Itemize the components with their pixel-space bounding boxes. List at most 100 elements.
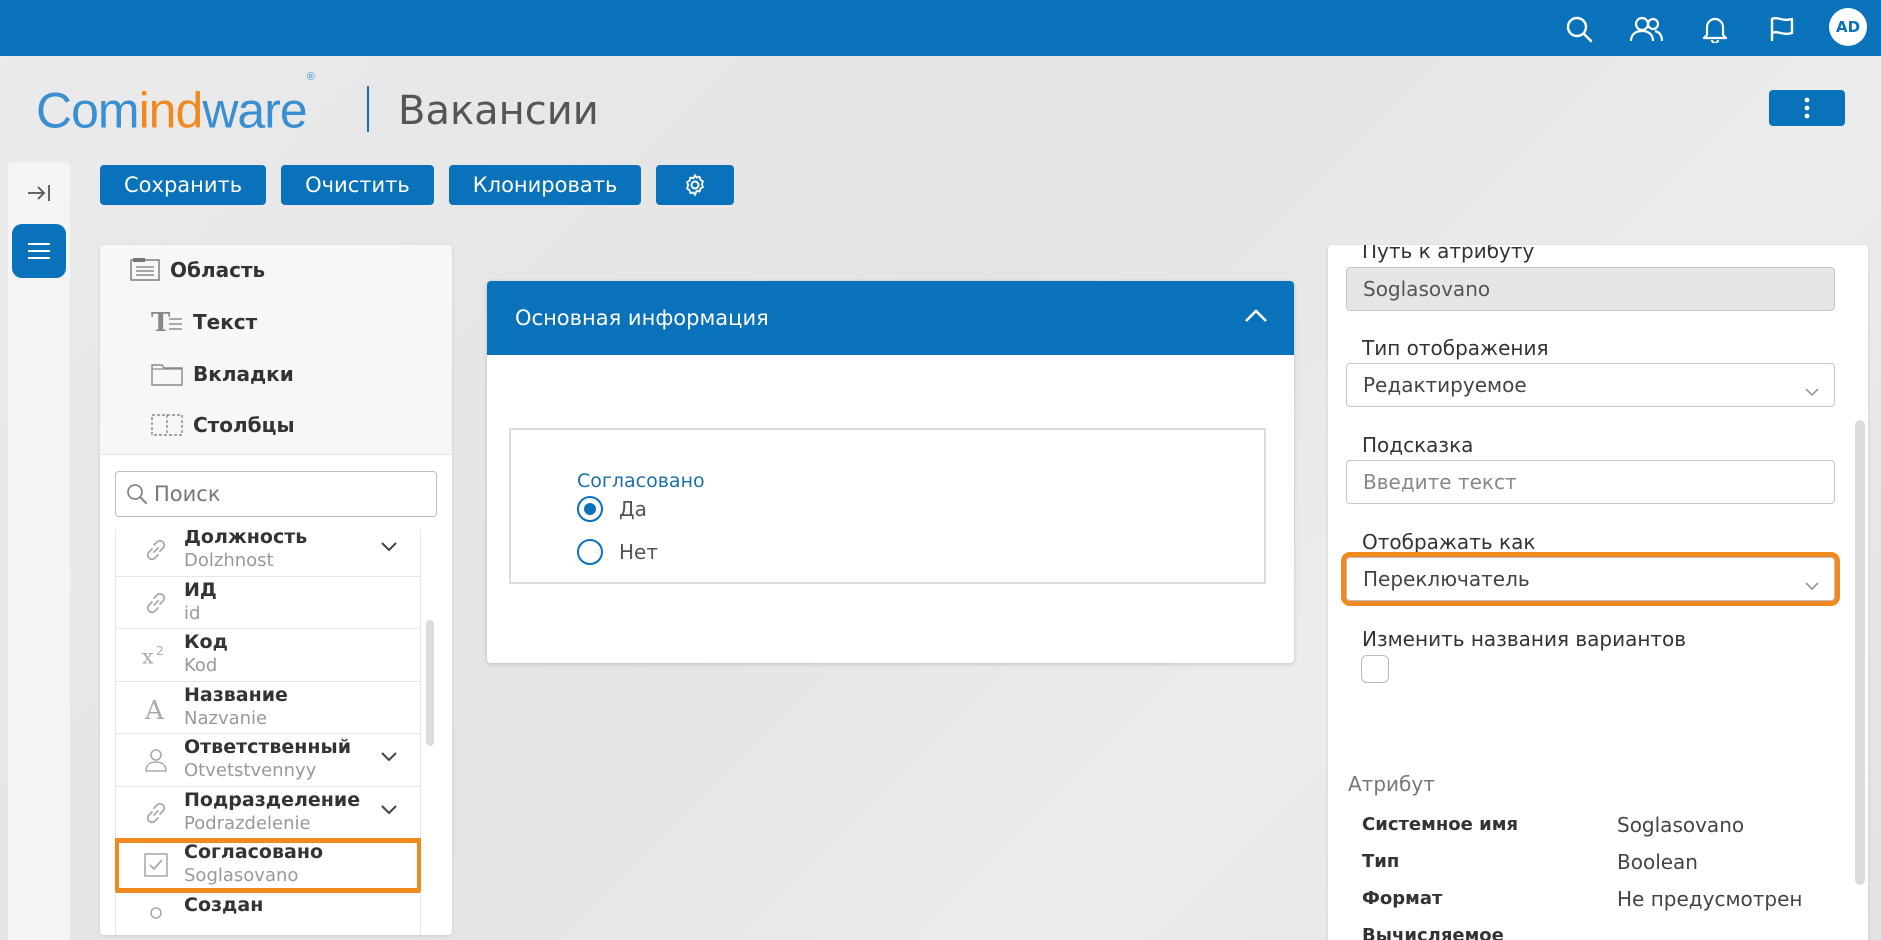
radio-label: Да [619,497,647,521]
radio-label: Нет [619,540,658,564]
flag-icon[interactable] [1763,10,1801,48]
page-title: Вакансии [398,88,599,134]
users-icon[interactable] [1627,10,1665,48]
attribute-row-nazvanie[interactable]: A Название Nazvanie [115,681,421,734]
system-name-key: Системное имя [1362,814,1519,835]
format-value: Не предусмотрен [1617,887,1803,911]
attribute-system-name: id [184,602,201,624]
chevron-down-icon[interactable] [380,801,398,820]
title-separator [367,86,369,132]
user-icon [142,904,170,932]
show-as-label: Отображать как [1362,530,1536,554]
text-type-icon: A [142,694,170,722]
save-button[interactable]: Сохранить [100,165,267,205]
search-input[interactable] [154,482,414,506]
form-section-header[interactable]: Основная информация [487,281,1294,355]
clone-button[interactable]: Клонировать [448,165,642,205]
palette-item-label: Текст [193,310,258,334]
search-icon [127,484,147,504]
attribute-row-id[interactable]: ИД id [115,576,421,629]
attribute-name: ИД [184,578,217,601]
more-vertical-icon [1804,97,1810,119]
attribute-system-name: Soglasovano [184,865,299,886]
attribute-row-dolzhnost[interactable]: Должность Dolzhnost [115,530,421,577]
section-title: Основная информация [515,306,769,330]
show-as-select[interactable]: Переключатель [1341,552,1840,606]
palette-item-tabs[interactable]: Вкладки [151,361,294,387]
palette-item-label: Область [170,258,266,282]
attribute-system-name: Podrazdelenie [184,812,311,834]
columns-icon [151,414,183,436]
attribute-search [115,471,437,517]
format-key: Формат [1362,888,1443,909]
form-elements-menu-button[interactable] [12,224,66,278]
attribute-row-sozdan[interactable]: Создан [115,891,421,935]
radio-option-yes[interactable]: Да [577,496,647,522]
chevron-down-icon[interactable] [380,748,398,767]
display-type-label: Тип отображения [1362,336,1549,360]
link-icon [142,799,170,827]
attribute-list: Должность Dolzhnost ИД id x2 Код Kod A Н… [115,530,421,935]
attribute-row-soglasovano[interactable]: Согласовано Soglasovano [115,838,421,893]
top-bar: AD [0,0,1881,56]
text-icon: T [151,309,182,335]
user-icon [142,746,170,774]
properties-panel: Путь к атрибуту Soglasovano Тип отображе… [1328,245,1868,940]
radio-button[interactable] [577,539,603,565]
chevron-down-icon [1804,572,1820,596]
rename-options-label: Изменить названия вариантов [1362,627,1687,651]
link-icon [142,536,170,564]
radio-button[interactable] [577,496,603,522]
more-options-button[interactable] [1769,90,1845,126]
attribute-path-field: Soglasovano [1346,267,1835,311]
attribute-system-name: Kod [184,655,218,676]
svg-text:2: 2 [156,644,164,658]
properties-scrollbar[interactable] [1855,420,1865,885]
svg-text:T: T [151,309,171,335]
display-type-select[interactable]: Редактируемое [1346,363,1835,407]
field-container[interactable]: Согласовано Да Нет [509,428,1266,584]
type-value: Boolean [1617,850,1698,874]
checkbox-icon [142,851,170,879]
attribute-name: Должность [184,530,308,548]
hamburger-icon [28,243,50,259]
hint-input[interactable]: Введите текст [1346,460,1835,504]
collapse-panel-button[interactable] [22,176,56,210]
type-key: Тип [1362,851,1400,872]
chevron-up-icon[interactable] [1244,305,1268,329]
attribute-name: Код [184,631,228,653]
system-name-value: Soglasovano [1617,813,1745,837]
logo-text-2: ind [138,82,204,139]
attribute-row-podrazdelenie[interactable]: Подразделение Podrazdelenie [115,786,421,839]
left-rail [8,162,70,940]
logo-mark: ® [306,71,315,83]
attribute-row-otvetstvennyy[interactable]: Ответственный Otvetstvennyy [115,734,421,787]
attribute-name: Подразделение [184,788,361,811]
link-icon [142,589,170,617]
palette-scrollbar[interactable] [426,620,434,746]
attribute-system-name: Nazvanie [184,707,268,729]
palette-item-columns[interactable]: Столбцы [151,413,295,437]
hint-label: Подсказка [1362,433,1474,457]
logo-text-1: Com [36,82,140,139]
settings-button[interactable] [656,165,735,205]
clear-button[interactable]: Очистить [281,165,434,205]
user-avatar[interactable]: AD [1829,8,1867,46]
rename-options-checkbox[interactable] [1361,655,1389,683]
chevron-down-icon[interactable] [380,538,398,557]
palette-item-area[interactable]: Область [130,257,265,283]
field-label: Согласовано [577,470,705,492]
bell-icon[interactable] [1696,10,1734,48]
search-icon[interactable] [1560,10,1598,48]
calculated-key: Вычисляемое [1362,925,1504,940]
radio-option-no[interactable]: Нет [577,539,658,565]
attribute-name: Название [184,683,288,706]
attribute-name: Ответственный [184,736,352,758]
palette-item-text[interactable]: T Текст [151,309,257,335]
number-icon: x2 [142,641,170,669]
form-section-card: Основная информация Согласовано Да Нет [487,281,1294,663]
attribute-row-kod[interactable]: x2 Код Kod [115,629,421,682]
form-elements-palette: Область T Текст Вкладки Столбцы Должност… [100,245,452,935]
chevron-down-icon [1804,378,1820,402]
toolbar: Сохранить Очистить Клонировать [100,165,735,205]
